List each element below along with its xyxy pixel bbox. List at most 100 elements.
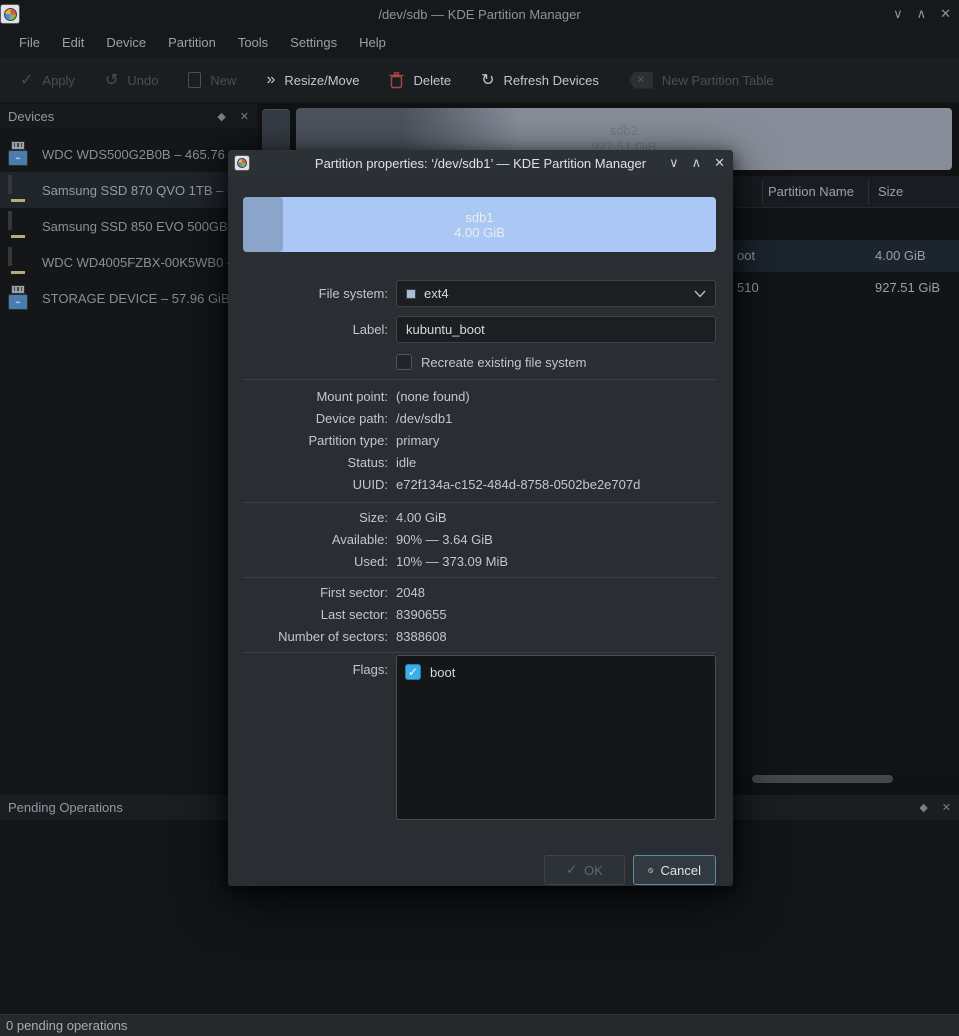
maximize-icon[interactable]: ∧ — [917, 6, 927, 22]
devices-panel-title: Devices — [8, 109, 203, 124]
close-icon[interactable]: ✕ — [940, 6, 951, 22]
menu-partition[interactable]: Partition — [157, 28, 227, 58]
hard-disk-icon — [8, 249, 30, 275]
close-icon[interactable]: ✕ — [714, 155, 725, 171]
device-item-samsung-850[interactable]: Samsung SSD 850 EVO 500GB — [0, 208, 257, 244]
chevron-down-icon — [694, 290, 706, 298]
menu-device[interactable]: Device — [95, 28, 157, 58]
number-of-sectors-value: 8388608 — [396, 626, 716, 648]
devices-panel-header: Devices ◆ ✕ — [0, 104, 257, 130]
resize-move-icon: » — [266, 71, 275, 89]
device-path-label: Device path: — [243, 408, 388, 430]
column-header-size[interactable]: Size — [878, 176, 903, 208]
device-item-wd4005[interactable]: WDC WD4005FZBX-00K5WB0 – — [0, 244, 257, 280]
flag-item-boot: ✓ boot — [405, 664, 707, 680]
last-sector-label: Last sector: — [243, 604, 388, 626]
delete-button[interactable]: Delete — [389, 72, 451, 89]
refresh-devices-button[interactable]: ↻ Refresh Devices — [481, 70, 599, 90]
resize-move-button[interactable]: » Resize/Move — [266, 71, 359, 89]
recreate-filesystem-checkbox-row: Recreate existing file system — [396, 354, 716, 370]
menubar: File Edit Device Partition Tools Setting… — [0, 28, 959, 58]
main-titlebar: /dev/sdb — KDE Partition Manager ∨ ∧ ✕ — [0, 0, 959, 28]
new-partition-table-button[interactable]: ✕ New Partition Table — [629, 72, 774, 89]
hard-disk-icon — [8, 177, 30, 203]
partition-properties-dialog: Partition properties: ‘/dev/sdb1’ — KDE … — [228, 150, 733, 886]
used-space-segment — [243, 197, 283, 252]
flags-label: Flags: — [243, 655, 388, 820]
menu-settings[interactable]: Settings — [279, 28, 348, 58]
ok-button[interactable]: ✓ OK — [544, 855, 625, 885]
new-partition-table-icon: ✕ — [629, 72, 653, 89]
sdb2-name: sdb2 — [610, 123, 638, 139]
apply-check-icon: ✓ — [20, 70, 33, 90]
menu-file[interactable]: File — [8, 28, 51, 58]
label-label: Label: — [243, 322, 388, 337]
mount-point-label: Mount point: — [243, 386, 388, 408]
float-panel-icon[interactable]: ◆ — [919, 801, 927, 814]
device-item-wds500[interactable]: ⌁ WDC WDS500G2B0B – 465.76 G — [0, 136, 257, 172]
size-cell: 927.51 GiB — [875, 272, 940, 304]
undo-button[interactable]: ↺ Undo — [105, 70, 158, 90]
filesystem-value: ext4 — [424, 286, 449, 301]
boot-flag-checkbox[interactable]: ✓ — [405, 664, 421, 680]
device-path-value: /dev/sdb1 — [396, 408, 716, 430]
recreate-filesystem-checkbox[interactable] — [396, 354, 412, 370]
apply-button[interactable]: ✓ Apply — [20, 70, 75, 90]
first-sector-label: First sector: — [243, 582, 388, 604]
close-panel-icon[interactable]: ✕ — [942, 801, 951, 814]
available-label: Available: — [243, 529, 388, 551]
statusbar: 0 pending operations — [0, 1014, 959, 1036]
cancel-slash-icon — [648, 863, 654, 878]
label-fragment: 510 — [737, 272, 759, 304]
menu-edit[interactable]: Edit — [51, 28, 95, 58]
label-input[interactable]: kubuntu_boot — [396, 316, 716, 343]
label-fragment: oot — [737, 240, 755, 272]
preview-partition-size: 4.00 GiB — [454, 225, 505, 240]
partition-type-label: Partition type: — [243, 430, 388, 452]
minimize-icon[interactable]: ∨ — [669, 155, 679, 171]
refresh-icon: ↻ — [481, 70, 494, 90]
column-header-partition-name[interactable]: Partition Name — [768, 176, 854, 208]
last-sector-value: 8390655 — [396, 604, 716, 626]
menu-tools[interactable]: Tools — [227, 28, 279, 58]
trash-icon — [389, 72, 404, 89]
size-value: 4.00 GiB — [396, 507, 716, 529]
horizontal-scrollbar[interactable] — [752, 775, 893, 783]
device-item-samsung-870[interactable]: Samsung SSD 870 QVO 1TB – 9 — [0, 172, 257, 208]
devices-panel: Devices ◆ ✕ ⌁ WDC WDS500G2B0B – 465.76 G… — [0, 104, 257, 795]
filesystem-dropdown[interactable]: ext4 — [396, 280, 716, 307]
new-document-icon — [188, 72, 201, 88]
dialog-titlebar: Partition properties: ‘/dev/sdb1’ — KDE … — [228, 150, 733, 176]
status-value: idle — [396, 452, 716, 474]
maximize-icon[interactable]: ∧ — [692, 155, 702, 171]
used-value: 10% — 373.09 MiB — [396, 551, 716, 573]
ok-check-icon: ✓ — [566, 862, 577, 878]
partition-type-value: primary — [396, 430, 716, 452]
partition-preview: sdb1 4.00 GiB — [243, 197, 716, 252]
size-label: Size: — [243, 507, 388, 529]
float-panel-icon[interactable]: ◆ — [217, 110, 225, 123]
boot-flag-label: boot — [430, 665, 455, 680]
menu-help[interactable]: Help — [348, 28, 397, 58]
used-label: Used: — [243, 551, 388, 573]
usb-drive-icon: ⌁ — [8, 285, 30, 311]
preview-partition-name: sdb1 — [465, 210, 493, 225]
dialog-title: Partition properties: ‘/dev/sdb1’ — KDE … — [228, 156, 733, 171]
size-cell: 4.00 GiB — [875, 240, 926, 272]
uuid-label: UUID: — [243, 474, 388, 496]
available-value: 90% — 3.64 GiB — [396, 529, 716, 551]
screen: /dev/sdb — KDE Partition Manager ∨ ∧ ✕ F… — [0, 0, 959, 1036]
pending-operations-count: 0 pending operations — [6, 1018, 127, 1033]
device-item-storage-device[interactable]: ⌁ STORAGE DEVICE – 57.96 GiB ( — [0, 280, 257, 316]
cancel-button[interactable]: Cancel — [633, 855, 716, 885]
device-list: ⌁ WDC WDS500G2B0B – 465.76 G Samsung SSD… — [0, 130, 257, 316]
flags-list[interactable]: ✓ boot — [396, 655, 716, 820]
window-title: /dev/sdb — KDE Partition Manager — [0, 7, 959, 22]
close-panel-icon[interactable]: ✕ — [240, 110, 249, 123]
usb-drive-icon: ⌁ — [8, 141, 30, 167]
minimize-icon[interactable]: ∨ — [893, 6, 903, 22]
recreate-filesystem-label: Recreate existing file system — [421, 355, 586, 370]
undo-icon: ↺ — [105, 70, 118, 90]
new-button[interactable]: New — [188, 72, 236, 88]
number-of-sectors-label: Number of sectors: — [243, 626, 388, 648]
